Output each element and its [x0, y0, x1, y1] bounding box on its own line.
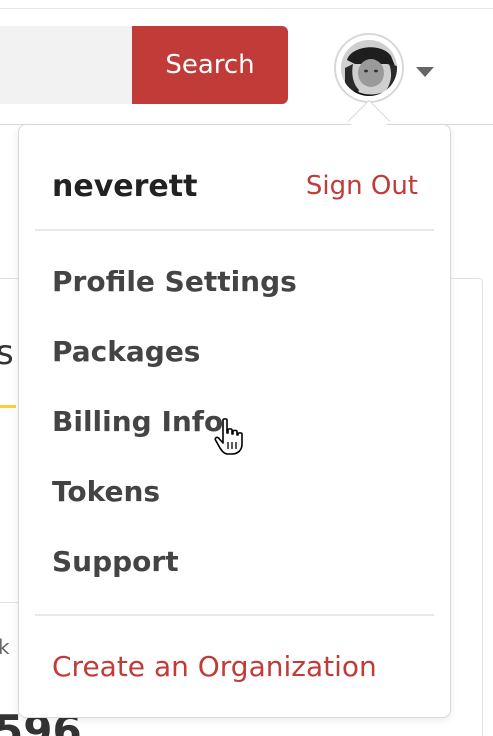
background-divider [0, 602, 20, 603]
user-avatar-icon [341, 40, 397, 96]
top-divider [0, 8, 493, 9]
dropdown-divider-top [35, 229, 434, 231]
caret-down-icon[interactable] [416, 67, 434, 77]
sign-out-link[interactable]: Sign Out [306, 171, 418, 201]
dropdown-divider-bottom [35, 614, 434, 616]
background-tab-underline [0, 405, 16, 408]
create-organization-link[interactable]: Create an Organization [52, 650, 377, 683]
hand-pointer-cursor-icon [214, 418, 243, 455]
menu-item-support[interactable]: Support [52, 545, 179, 578]
menu-item-packages[interactable]: Packages [52, 335, 200, 368]
search-button[interactable]: Search [132, 26, 288, 104]
menu-item-tokens[interactable]: Tokens [52, 475, 160, 508]
page: Search s k 596 neverett Sign Out Profile… [0, 0, 493, 736]
menu-item-billing-info[interactable]: Billing Info [52, 405, 223, 438]
menu-item-profile-settings[interactable]: Profile Settings [52, 265, 297, 298]
background-label-fragment: k [0, 635, 10, 659]
background-heading-fragment: s [0, 333, 14, 373]
search-input[interactable] [0, 26, 133, 104]
dropdown-username: neverett [52, 169, 198, 204]
avatar[interactable] [334, 33, 404, 103]
